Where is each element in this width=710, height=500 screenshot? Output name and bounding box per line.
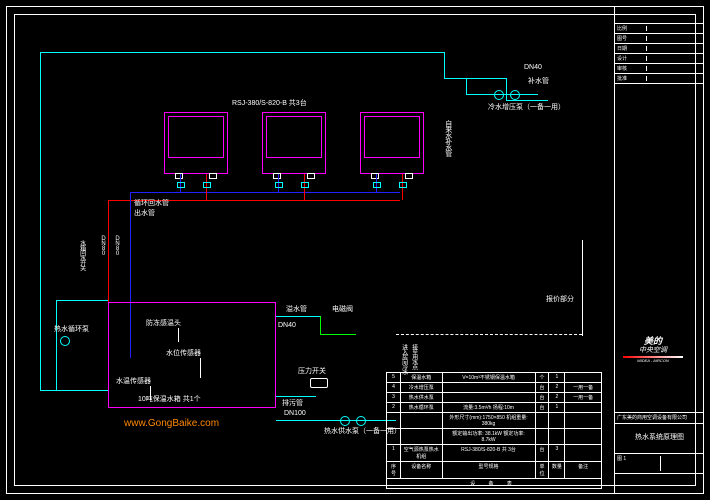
tb-project: 广东美的商用空调设备有限公司	[615, 412, 704, 424]
pipe	[320, 316, 321, 334]
valve-icon	[301, 182, 309, 188]
jinru-label: 进入房间冷水	[400, 344, 407, 374]
pipe	[466, 78, 467, 94]
yali-label: 压力开关	[298, 368, 326, 376]
dianci-label: 电磁阀	[332, 306, 353, 314]
pipe	[506, 100, 548, 101]
pump-icon	[356, 416, 366, 426]
pipe	[506, 78, 507, 100]
sensor-line	[178, 328, 179, 342]
pipe-hw-supply	[276, 420, 396, 421]
zilai-label: 自来水补水管	[444, 120, 452, 156]
tb-label: 日期	[617, 46, 647, 51]
baojia-label: 报价部分	[546, 296, 574, 304]
pipe-yishui	[276, 316, 320, 317]
tank-label: 10吨保温水箱 共1个	[138, 396, 201, 404]
heat-pump-unit-3	[360, 112, 424, 174]
pipe-top	[40, 52, 444, 53]
pipe-bottom	[40, 390, 108, 391]
pump-icon	[60, 336, 70, 346]
tb-sheet: 热水系统原理图	[615, 424, 704, 454]
title-block: 比例 图号 日期 设计 审核 批准 美的 中央空调 MIDEA - AIRCON…	[614, 6, 704, 494]
reshui-xunhuan-label: 热水循环泵	[54, 326, 89, 334]
shuiwen-label: 水温传感器	[116, 378, 151, 386]
watermark: www.GongBaike.com	[124, 418, 219, 429]
chushui-label: 出水管	[134, 210, 155, 218]
pressure-switch-icon	[310, 378, 328, 388]
lou-label: 接至用水点	[410, 344, 417, 369]
pipe-left-vert	[40, 52, 41, 390]
yishui-label: 溢水管	[286, 306, 307, 314]
bushui-label: 补水管	[528, 78, 549, 86]
pipe-return-drop	[108, 200, 109, 302]
pipe-top-ext	[444, 78, 506, 79]
pipe-recirc	[56, 300, 108, 301]
units-header-label: RSJ-380/S-820-B 共3台	[232, 100, 307, 108]
pipe-paiwu	[276, 396, 316, 397]
brand-logo: 美的 中央空调 MIDEA - AIRCON	[614, 336, 692, 360]
sensor-line	[200, 358, 201, 378]
huishui-label: 循环回水管	[134, 200, 169, 208]
heat-pump-unit-1	[164, 112, 228, 174]
dn100-label: DN100	[284, 410, 306, 418]
valve-icon	[177, 182, 185, 188]
valve-icon	[399, 182, 407, 188]
parts-table-title: 设 备 表	[387, 479, 601, 488]
shuixiang-huishui-label: 水箱回水开关	[78, 240, 85, 270]
dn80b-label: DN80	[114, 236, 121, 256]
valve-icon	[203, 182, 211, 188]
parts-table: 5保温水箱V=10m³不锈钢保温水箱个1 4冷水增压泵台2一用一备 3热水供水泵…	[386, 372, 602, 489]
tb-label: 审核	[617, 66, 647, 71]
tb-label: 图号	[617, 36, 647, 41]
pipe-dianci	[320, 334, 356, 335]
tb-label: 比例	[617, 26, 647, 31]
fangdong-label: 防冻感温头	[146, 320, 181, 328]
cold-pump-label: 冷水增压泵（一备一用）	[488, 104, 565, 112]
tb-dwg: 图 1	[617, 456, 661, 471]
service-line	[582, 240, 583, 336]
dn80a-label: DN80	[100, 236, 107, 256]
pipe-top-right	[444, 52, 445, 78]
paiwu-label: 排污管	[282, 400, 303, 408]
sensor-line	[150, 386, 151, 400]
tb-label: 批准	[617, 76, 647, 81]
dn40b-label: DN40	[278, 322, 296, 330]
pump-icon	[340, 416, 350, 426]
dn40-label: DN40	[524, 64, 542, 72]
pump-icon	[510, 90, 520, 100]
shuiwei-label: 水位传感器	[166, 350, 201, 358]
valve-icon	[275, 182, 283, 188]
service-line	[396, 334, 582, 335]
tb-label: 设计	[617, 56, 647, 61]
pipe-supply-header	[130, 192, 400, 193]
heat-pump-unit-2	[262, 112, 326, 174]
pipe-recirc	[56, 300, 57, 390]
valve-icon	[373, 182, 381, 188]
pump-icon	[494, 90, 504, 100]
